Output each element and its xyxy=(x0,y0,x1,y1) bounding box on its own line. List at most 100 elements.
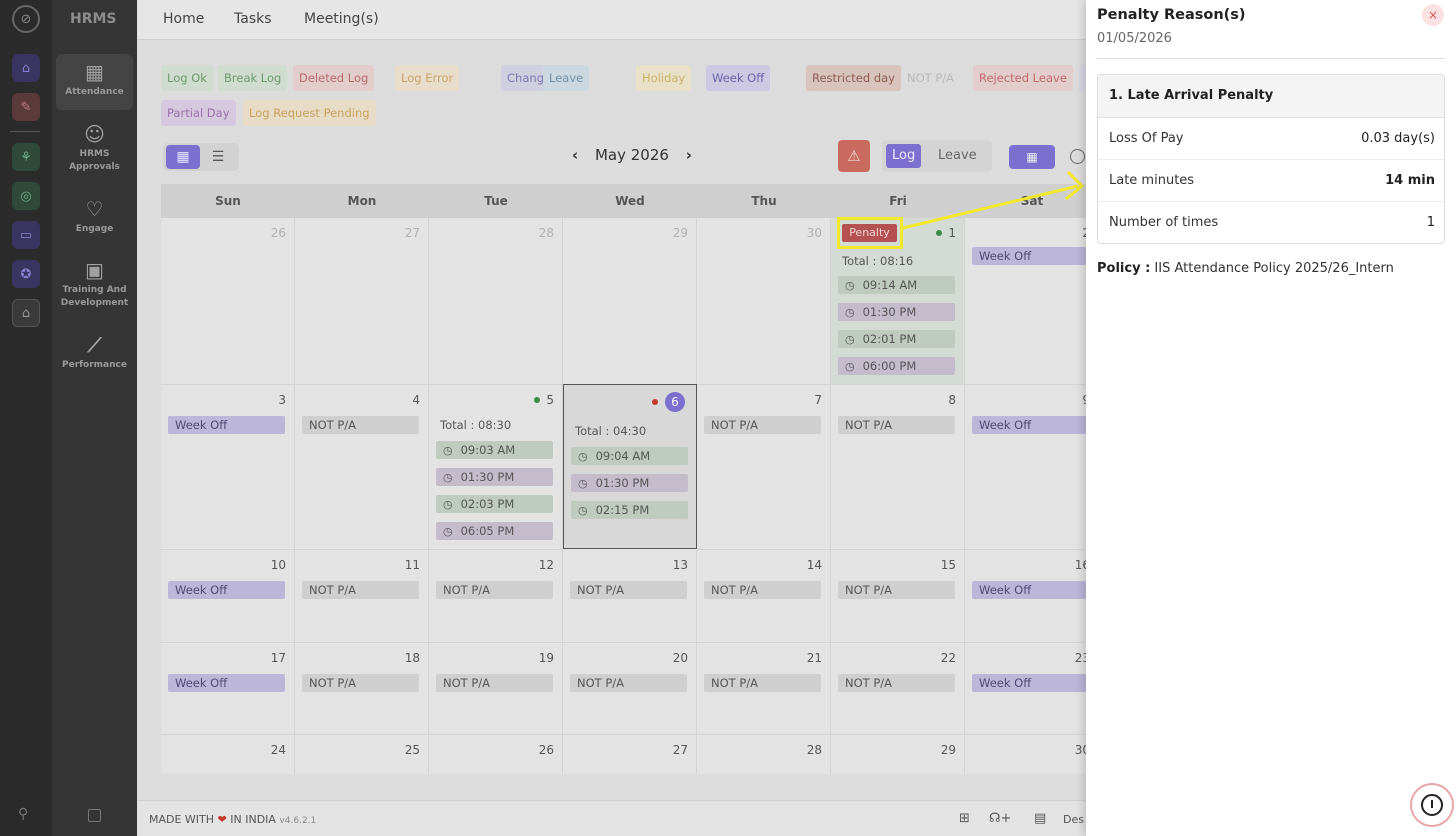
day-cell[interactable]: 19 NOT P/A xyxy=(429,643,563,735)
day-cell[interactable]: 11 NOT P/A xyxy=(295,550,429,643)
day-cell[interactable]: 27 xyxy=(295,218,429,385)
calendar-view-icon[interactable]: ▦ xyxy=(166,145,200,169)
day-cell[interactable]: 3 Week Off xyxy=(161,385,295,550)
day-cell[interactable]: 4 NOT P/A xyxy=(295,385,429,550)
sidebar-item-performance[interactable]: ⟋ Performance xyxy=(56,333,133,377)
day-number: 28 xyxy=(806,743,822,757)
penalty-card-header: 1. Late Arrival Penalty xyxy=(1098,75,1444,118)
day-cell[interactable]: 23 Week Off xyxy=(965,643,1086,735)
prev-month-icon[interactable]: ‹ xyxy=(572,146,578,164)
day-cell[interactable]: 30 xyxy=(965,735,1086,774)
list-view-icon[interactable]: ☰ xyxy=(201,145,235,169)
home-rail-icon[interactable]: ⌂ xyxy=(12,54,40,82)
icon-rail: ⊘ ⌂ ✎ ⚘ ◎ ▭ ✪ ⌂ ⚲ xyxy=(0,0,52,836)
week-off-pill: Week Off xyxy=(168,581,285,599)
weekday-header: Sun Mon Tue Wed Thu Fri Sat xyxy=(161,184,1086,218)
day-cell[interactable]: 18 NOT P/A xyxy=(295,643,429,735)
search-icon[interactable]: ⚲ xyxy=(18,806,28,822)
weekday-wed: Wed xyxy=(615,194,645,208)
log-time-pill[interactable]: ◷ 06:05 PM xyxy=(436,522,553,540)
sidebar-item-label: Engage xyxy=(75,224,114,234)
day-cell[interactable]: 15 NOT P/A xyxy=(831,550,965,643)
day-cell[interactable]: 13 NOT P/A xyxy=(563,550,697,643)
next-month-icon[interactable]: › xyxy=(686,146,692,164)
log-time-pill[interactable]: ◷ 01:30 PM xyxy=(571,474,688,492)
log-time: 09:14 AM xyxy=(862,278,918,292)
day-cell[interactable]: 14 NOT P/A xyxy=(697,550,831,643)
close-icon[interactable]: × xyxy=(1422,4,1444,26)
log-time: 09:04 AM xyxy=(595,449,651,463)
log-time-pill[interactable]: ◷ 09:03 AM xyxy=(436,441,553,459)
day-cell[interactable]: 7 NOT P/A xyxy=(697,385,831,550)
building-rail-icon[interactable]: ⌂ xyxy=(12,299,40,327)
log-tab[interactable]: Log xyxy=(886,144,922,168)
day-cell[interactable]: 29 xyxy=(563,218,697,385)
log-time-pill[interactable]: ◷ 01:30 PM xyxy=(838,303,955,321)
headset-add-icon[interactable]: ☊+ xyxy=(989,811,1011,826)
topnav-home[interactable]: Home xyxy=(163,11,204,27)
day-cell[interactable]: 26 xyxy=(429,735,563,774)
day-cell[interactable]: 26 xyxy=(161,218,295,385)
footer: MADE WITH ❤ IN INDIA v4.6.2.1 ⊞ ☊+ ▤ Des xyxy=(137,800,1086,836)
day-cell[interactable]: 10 Week Off xyxy=(161,550,295,643)
log-time-pill[interactable]: ◷ 01:30 PM xyxy=(436,468,553,486)
penalty-chip[interactable]: Penalty xyxy=(842,224,897,242)
collapse-sidebar-icon[interactable] xyxy=(88,809,101,822)
target-rail-icon[interactable]: ◎ xyxy=(12,182,40,210)
legend-chip: Restricted day xyxy=(806,65,901,91)
day-cell[interactable]: 24 xyxy=(161,735,295,774)
day-cell[interactable]: 25 xyxy=(295,735,429,774)
legend-chip: Rejected Leave xyxy=(973,65,1073,91)
badge-rail-icon[interactable]: ✪ xyxy=(12,260,40,288)
log-time-pill[interactable]: ◷ 02:01 PM xyxy=(838,330,955,348)
day-cell[interactable]: 16 Week Off xyxy=(965,550,1086,643)
sidebar-item-label: Performance xyxy=(62,360,127,370)
not-pa-pill: NOT P/A xyxy=(436,674,553,692)
document-icon[interactable]: ▤ xyxy=(1034,811,1046,826)
day-cell[interactable]: 21 NOT P/A xyxy=(697,643,831,735)
penalty-card: 1. Late Arrival Penalty Loss Of Pay 0.03… xyxy=(1097,74,1445,244)
not-pa-pill: NOT P/A xyxy=(302,674,419,692)
sidebar-item-engage[interactable]: ♡ Engage xyxy=(56,197,133,241)
day-number: 19 xyxy=(538,651,554,665)
day-cell[interactable]: 2Week Off xyxy=(965,218,1086,385)
day-cell[interactable]: 12 NOT P/A xyxy=(429,550,563,643)
day-number: 27 xyxy=(672,743,688,757)
log-time-pill[interactable]: ◷ 09:04 AM xyxy=(571,447,688,465)
day-cell[interactable]: 28 xyxy=(697,735,831,774)
day-cell[interactable]: 30 xyxy=(697,218,831,385)
log-time-pill[interactable]: ◷ 02:15 PM xyxy=(571,501,688,519)
day-cell[interactable]: 20 NOT P/A xyxy=(563,643,697,735)
pin-rail-icon[interactable]: ✎ xyxy=(12,93,40,121)
week-off-pill: Week Off xyxy=(972,581,1086,599)
calendar-clock-button[interactable]: ▦ xyxy=(1009,145,1055,169)
check-in-icon: ◷ xyxy=(443,498,453,511)
topnav-meetings[interactable]: Meeting(s) xyxy=(304,11,379,27)
warning-icon[interactable]: ⚠ xyxy=(838,140,870,172)
day-number: 10 xyxy=(270,558,286,572)
not-pa-pill: NOT P/A xyxy=(838,416,955,434)
day-cell[interactable]: 27 xyxy=(563,735,697,774)
sidebar-item-attendance[interactable]: ▦ Attendance xyxy=(56,54,133,110)
day-cell[interactable]: 17 Week Off xyxy=(161,643,295,735)
log-time: 02:01 PM xyxy=(862,332,917,346)
log-time-pill[interactable]: ◷ 09:14 AM xyxy=(838,276,955,294)
topnav-tasks[interactable]: Tasks xyxy=(234,11,272,27)
leave-tab[interactable]: Leave xyxy=(932,144,983,168)
log-time-pill[interactable]: ◷ 02:03 PM xyxy=(436,495,553,513)
day-cell[interactable]: 6 Total : 04:30 ◷ 09:04 AM ◷ 01:30 PM ◷ 02:15 P… xyxy=(563,384,697,549)
day-cell[interactable]: 29 xyxy=(831,735,965,774)
sidebar-item-hrms-approvals[interactable]: ☺ HRMS Approvals xyxy=(56,122,133,182)
timer-button[interactable] xyxy=(1410,783,1454,827)
day-cell[interactable]: 8 NOT P/A xyxy=(831,385,965,550)
day-cell[interactable]: 28 xyxy=(429,218,563,385)
sidebar-item-training-and-development[interactable]: ▣ Training And Development xyxy=(56,258,133,318)
tree-rail-icon[interactable]: ⚘ xyxy=(12,143,40,171)
day-cell[interactable]: 5 Total : 08:30 ◷ 09:03 AM ◷ 01:30 PM ◷ 02:03 P… xyxy=(429,385,563,550)
day-cell[interactable]: 9Week Off xyxy=(965,385,1086,550)
windows-icon[interactable]: ⊞ xyxy=(959,811,970,826)
briefcase-rail-icon[interactable]: ▭ xyxy=(12,221,40,249)
help-icon[interactable] xyxy=(1070,149,1085,164)
log-time-pill[interactable]: ◷ 06:00 PM xyxy=(838,357,955,375)
day-cell[interactable]: 22 NOT P/A xyxy=(831,643,965,735)
